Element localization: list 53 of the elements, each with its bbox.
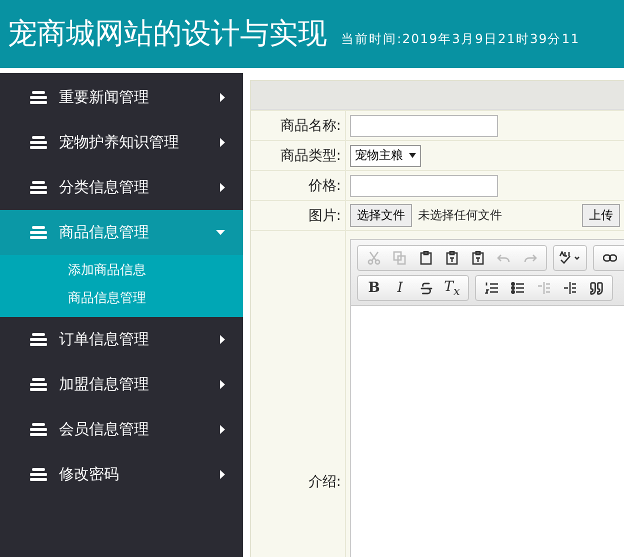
sidebar-item[interactable]: 订单信息管理 [0,317,243,362]
sidebar-item[interactable]: 重要新闻管理 [0,75,243,120]
field-label: 图片: [308,206,341,224]
stack-icon [30,90,47,104]
sidebar-item[interactable]: 加盟信息管理 [0,362,243,407]
caret-right-icon [220,93,225,102]
type-dropdown[interactable]: 宠物主粮 [350,144,421,166]
upload-button[interactable]: 上传 [582,204,620,227]
bullet-list-icon [511,281,525,295]
caret-down-icon [216,230,225,235]
stack-icon [30,136,47,150]
outdent-icon [537,281,551,295]
italic-button[interactable]: I [387,277,413,299]
field-label: 价格: [308,176,341,194]
stack-icon [30,422,47,436]
stack-icon [30,378,47,392]
choose-file-button[interactable]: 选择文件 [350,204,412,227]
field-label: 商品名称: [280,116,341,134]
caret-icon [409,153,416,158]
text-field[interactable] [350,114,498,136]
sidebar-item[interactable]: 分类信息管理 [0,165,243,210]
caret-right-icon [220,335,225,344]
clipboard-icon [419,251,433,265]
clipboard-icon [445,251,459,265]
clipboard-icon [471,251,485,265]
copy-icon [393,251,407,265]
stack-icon [30,468,47,482]
spellcheck-icon [559,251,581,265]
rich-text-editor[interactable]: B I T$_{x}$ [350,239,624,557]
site-title: 宠商城网站的设计与实现 [8,15,327,52]
clear-button[interactable]: T$_{x}$ [439,277,465,299]
caret-right-icon [220,380,225,389]
caret-right-icon [220,183,225,192]
file-status: 未选择任何文件 [418,207,503,224]
sidebar-item[interactable]: 会员信息管理 [0,407,243,452]
quote-icon [588,280,604,296]
stack-icon [30,332,47,346]
stack-icon [30,180,47,194]
sidebar-item[interactable]: 修改密码 [0,452,243,497]
field-label: 商品类型: [280,146,341,164]
current-time: 当前时间:2019年3月9日21时39分11 [341,30,580,48]
strikethrough-icon [418,280,434,296]
bold-button[interactable]: B [361,277,387,299]
caret-right-icon [220,470,225,479]
numbered-list-icon [485,281,499,295]
field-label: 介绍: [308,473,341,491]
scissors-icon [367,251,381,265]
indent-icon [563,281,577,295]
text-field[interactable] [350,174,498,196]
caret-right-icon [220,425,225,434]
sidebar-item[interactable]: 宠物护养知识管理 [0,120,243,165]
caret-right-icon [220,138,225,147]
stack-icon [30,226,47,240]
